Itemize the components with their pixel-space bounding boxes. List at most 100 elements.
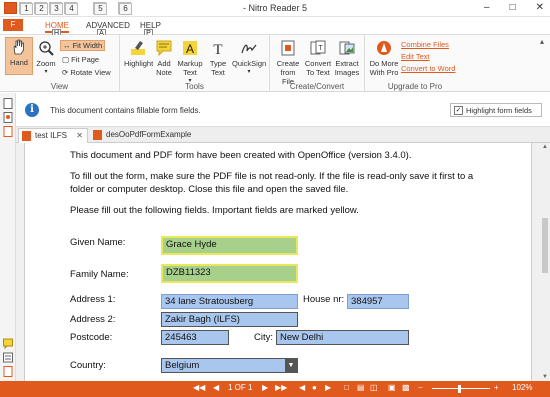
- house-nr-label: House nr:: [303, 294, 345, 305]
- zoom-out-icon[interactable]: −: [418, 383, 423, 392]
- zoom-label: Zoom: [36, 59, 56, 68]
- title-bar: 1 2 3 4 5 6 - Nitro Reader 5 – □ ✕: [0, 0, 550, 17]
- window-controls: – □ ✕: [484, 2, 544, 13]
- convert-to-text-label: Convert To Text: [304, 59, 332, 77]
- rotate-view-button[interactable]: ⟳ Rotate View: [62, 68, 111, 77]
- prev-page-icon[interactable]: ◀: [213, 383, 219, 392]
- next-page-icon[interactable]: ▶: [262, 383, 268, 392]
- rotate-view-label: Rotate View: [70, 68, 111, 77]
- highlight-checkbox[interactable]: ✓: [454, 106, 463, 115]
- address1-field[interactable]: 34 lane Stratousberg: [161, 294, 298, 309]
- doc-tab-example[interactable]: desOoPdfFormExample: [90, 128, 200, 143]
- fit-width-button[interactable]: ↔ Fit Width: [60, 40, 106, 51]
- convert-text-icon: T: [310, 40, 326, 55]
- fit-page-label: Fit Page: [71, 55, 100, 64]
- create-from-file-button[interactable]: Create from File: [274, 39, 302, 86]
- doc-tab-label: desOoPdfFormExample: [106, 130, 192, 139]
- city-field[interactable]: New Delhi: [276, 330, 409, 345]
- doc-tab-label: test ILFS: [35, 131, 68, 140]
- back-icon[interactable]: ◀: [299, 383, 305, 392]
- hand-button[interactable]: Hand: [5, 37, 33, 75]
- fit-width-status-icon[interactable]: ▣: [388, 383, 396, 392]
- first-page-icon[interactable]: ◀◀: [193, 383, 205, 392]
- zoom-slider[interactable]: [432, 388, 490, 389]
- markup-text-button[interactable]: A Markup Text ▾: [176, 39, 204, 86]
- note-icon: [156, 40, 172, 57]
- vertical-scrollbar[interactable]: ▲ ▼: [540, 143, 550, 381]
- ribbon-tabs: F HOME H ADVANCED A HELP P: [0, 17, 550, 38]
- highlight-label: Highlight form fields: [466, 106, 532, 115]
- scroll-up-icon[interactable]: ▲: [540, 144, 550, 150]
- highlight-button[interactable]: Highlight: [124, 39, 153, 68]
- chevron-down-icon[interactable]: ▼: [285, 359, 297, 372]
- ribbon-collapse-icon[interactable]: ▴: [540, 37, 544, 46]
- tools-group-label: Tools: [185, 82, 204, 91]
- fit-page-button[interactable]: ▢ Fit Page: [62, 55, 99, 64]
- house-nr-field[interactable]: 384957: [347, 294, 409, 309]
- scroll-down-icon[interactable]: ▼: [540, 374, 550, 380]
- family-name-field[interactable]: DZB11323: [161, 264, 298, 283]
- minimize-button[interactable]: –: [484, 2, 490, 13]
- type-text-label: Type Text: [209, 59, 227, 77]
- highlight-form-fields-toggle[interactable]: ✓ Highlight form fields: [450, 103, 542, 117]
- last-page-icon[interactable]: ▶▶: [275, 383, 287, 392]
- type-text-icon: T: [213, 42, 222, 57]
- zoom-button[interactable]: Zoom ▾: [32, 39, 60, 77]
- continuous-page-icon[interactable]: ▤: [357, 383, 365, 392]
- document-view[interactable]: This document and PDF form have been cre…: [16, 143, 540, 381]
- facing-page-icon[interactable]: ◫: [370, 383, 378, 392]
- fit-page-status-icon[interactable]: ▩: [402, 383, 410, 392]
- do-more-with-pro-button[interactable]: Do More With Pro: [368, 39, 400, 77]
- hand-icon: [13, 39, 24, 55]
- given-name-field[interactable]: Grace Hyde: [161, 236, 298, 255]
- markup-text-icon: A: [183, 41, 197, 56]
- document-tabs: test ILFS ✕ desOoPdfFormExample: [16, 127, 550, 143]
- zoom-level: 102%: [512, 383, 533, 392]
- add-note-label: Add Note: [156, 59, 172, 77]
- convert-to-text-button[interactable]: T Convert To Text: [304, 39, 332, 77]
- markup-text-label: Markup Text: [177, 59, 203, 77]
- comments-panel-icon[interactable]: [3, 338, 13, 349]
- nitro-pro-icon: [377, 41, 391, 55]
- edit-text-link[interactable]: Edit Text: [401, 52, 430, 61]
- tab-advanced[interactable]: ADVANCED: [86, 21, 130, 30]
- close-button[interactable]: ✕: [536, 2, 544, 13]
- combine-files-link[interactable]: Combine Files: [401, 40, 449, 49]
- quicksign-label: QuickSign: [232, 59, 267, 68]
- left-sidebar: [0, 93, 16, 381]
- play-icon[interactable]: ●: [312, 383, 317, 392]
- postcode-field[interactable]: 245463: [161, 330, 229, 345]
- view-group: Hand Zoom ▾ ↔ Fit Width ▢ Fit Page ⟳ Rot…: [0, 35, 120, 92]
- extract-images-button[interactable]: Extract Images: [333, 39, 361, 77]
- attachments-panel-icon[interactable]: [3, 126, 13, 137]
- bookmarks-panel-icon[interactable]: [3, 112, 13, 123]
- zoom-icon: [39, 41, 54, 56]
- maximize-button[interactable]: □: [510, 2, 516, 13]
- family-name-label: Family Name:: [70, 269, 129, 280]
- page-indicator[interactable]: 1 OF 1: [228, 383, 252, 392]
- single-page-icon[interactable]: □: [344, 383, 349, 392]
- upgrade-group: Do More With Pro Combine Files Edit Text…: [365, 35, 465, 92]
- pages-panel-icon[interactable]: [3, 98, 13, 109]
- info-icon: i: [25, 103, 39, 117]
- close-tab-icon[interactable]: ✕: [76, 129, 83, 143]
- doc-tab-test-ilfs[interactable]: test ILFS ✕: [18, 128, 88, 143]
- extract-images-label: Extract Images: [334, 59, 360, 77]
- output-panel-icon[interactable]: [3, 352, 13, 363]
- scroll-thumb[interactable]: [542, 218, 548, 273]
- add-note-button[interactable]: Add Note: [150, 39, 178, 77]
- address2-field[interactable]: Zakir Bagh (ILFS): [161, 312, 298, 327]
- zoom-slider-handle[interactable]: [458, 385, 461, 393]
- type-text-button[interactable]: T Type Text: [204, 39, 232, 77]
- country-select[interactable]: Belgium ▼: [161, 358, 298, 373]
- hand-label: Hand: [10, 58, 28, 67]
- convert-to-word-link[interactable]: Convert to Word: [401, 64, 455, 73]
- zoom-in-icon[interactable]: +: [494, 383, 499, 392]
- country-label: Country:: [70, 360, 106, 371]
- forward-icon[interactable]: ▶: [325, 383, 331, 392]
- file-tab[interactable]: F: [3, 19, 23, 31]
- instructions-line-1: To fill out the form, make sure the PDF …: [70, 171, 474, 182]
- tags-panel-icon[interactable]: [3, 366, 13, 377]
- intro-paragraph: This document and PDF form have been cre…: [70, 150, 412, 161]
- quicksign-button[interactable]: QuickSign ▾: [232, 39, 266, 77]
